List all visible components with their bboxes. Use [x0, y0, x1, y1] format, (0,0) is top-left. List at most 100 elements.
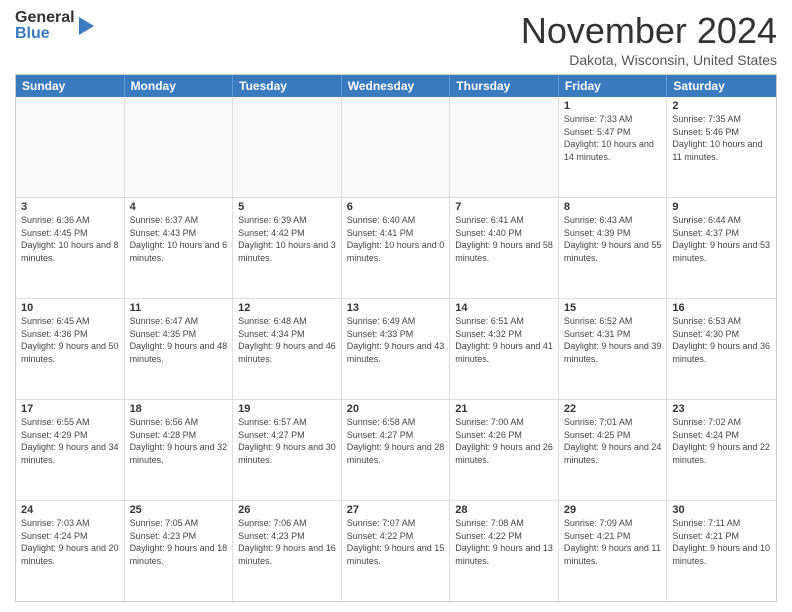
- header-day-sunday: Sunday: [16, 75, 125, 97]
- logo-box: General Blue: [15, 10, 75, 42]
- header-day-tuesday: Tuesday: [233, 75, 342, 97]
- day-info-13: Sunrise: 6:49 AM Sunset: 4:33 PM Dayligh…: [347, 315, 445, 365]
- day-cell-22: 22Sunrise: 7:01 AM Sunset: 4:25 PM Dayli…: [559, 400, 668, 500]
- calendar-row-3: 10Sunrise: 6:45 AM Sunset: 4:36 PM Dayli…: [16, 298, 776, 399]
- day-cell-11: 11Sunrise: 6:47 AM Sunset: 4:35 PM Dayli…: [125, 299, 234, 399]
- day-cell-2: 2Sunrise: 7:35 AM Sunset: 5:46 PM Daylig…: [667, 97, 776, 197]
- calendar-row-5: 24Sunrise: 7:03 AM Sunset: 4:24 PM Dayli…: [16, 500, 776, 601]
- day-number-1: 1: [564, 100, 662, 112]
- day-cell-7: 7Sunrise: 6:41 AM Sunset: 4:40 PM Daylig…: [450, 198, 559, 298]
- day-cell-30: 30Sunrise: 7:11 AM Sunset: 4:21 PM Dayli…: [667, 501, 776, 601]
- day-cell-15: 15Sunrise: 6:52 AM Sunset: 4:31 PM Dayli…: [559, 299, 668, 399]
- day-number-22: 22: [564, 403, 662, 415]
- day-cell-24: 24Sunrise: 7:03 AM Sunset: 4:24 PM Dayli…: [16, 501, 125, 601]
- day-cell-9: 9Sunrise: 6:44 AM Sunset: 4:37 PM Daylig…: [667, 198, 776, 298]
- day-number-21: 21: [455, 403, 553, 415]
- day-cell-29: 29Sunrise: 7:09 AM Sunset: 4:21 PM Dayli…: [559, 501, 668, 601]
- day-info-20: Sunrise: 6:58 AM Sunset: 4:27 PM Dayligh…: [347, 416, 445, 466]
- day-number-17: 17: [21, 403, 119, 415]
- header-day-monday: Monday: [125, 75, 234, 97]
- day-cell-empty: [450, 97, 559, 197]
- day-number-25: 25: [130, 504, 228, 516]
- location: Dakota, Wisconsin, United States: [521, 52, 777, 68]
- day-info-4: Sunrise: 6:37 AM Sunset: 4:43 PM Dayligh…: [130, 214, 228, 264]
- day-cell-18: 18Sunrise: 6:56 AM Sunset: 4:28 PM Dayli…: [125, 400, 234, 500]
- day-number-10: 10: [21, 302, 119, 314]
- day-cell-27: 27Sunrise: 7:07 AM Sunset: 4:22 PM Dayli…: [342, 501, 451, 601]
- day-cell-25: 25Sunrise: 7:05 AM Sunset: 4:23 PM Dayli…: [125, 501, 234, 601]
- day-info-14: Sunrise: 6:51 AM Sunset: 4:32 PM Dayligh…: [455, 315, 553, 365]
- header: General Blue November 2024 Dakota, Wisco…: [15, 10, 777, 68]
- day-info-29: Sunrise: 7:09 AM Sunset: 4:21 PM Dayligh…: [564, 517, 662, 567]
- day-number-29: 29: [564, 504, 662, 516]
- day-number-2: 2: [672, 100, 771, 112]
- day-cell-26: 26Sunrise: 7:06 AM Sunset: 4:23 PM Dayli…: [233, 501, 342, 601]
- day-number-26: 26: [238, 504, 336, 516]
- title-area: November 2024 Dakota, Wisconsin, United …: [521, 10, 777, 68]
- day-cell-16: 16Sunrise: 6:53 AM Sunset: 4:30 PM Dayli…: [667, 299, 776, 399]
- day-cell-empty: [16, 97, 125, 197]
- day-number-15: 15: [564, 302, 662, 314]
- day-info-10: Sunrise: 6:45 AM Sunset: 4:36 PM Dayligh…: [21, 315, 119, 365]
- day-info-21: Sunrise: 7:00 AM Sunset: 4:26 PM Dayligh…: [455, 416, 553, 466]
- day-info-6: Sunrise: 6:40 AM Sunset: 4:41 PM Dayligh…: [347, 214, 445, 264]
- day-cell-3: 3Sunrise: 6:36 AM Sunset: 4:45 PM Daylig…: [16, 198, 125, 298]
- day-info-26: Sunrise: 7:06 AM Sunset: 4:23 PM Dayligh…: [238, 517, 336, 567]
- day-cell-8: 8Sunrise: 6:43 AM Sunset: 4:39 PM Daylig…: [559, 198, 668, 298]
- day-cell-13: 13Sunrise: 6:49 AM Sunset: 4:33 PM Dayli…: [342, 299, 451, 399]
- day-number-16: 16: [672, 302, 771, 314]
- day-cell-empty: [233, 97, 342, 197]
- day-number-12: 12: [238, 302, 336, 314]
- day-cell-4: 4Sunrise: 6:37 AM Sunset: 4:43 PM Daylig…: [125, 198, 234, 298]
- day-info-12: Sunrise: 6:48 AM Sunset: 4:34 PM Dayligh…: [238, 315, 336, 365]
- day-info-27: Sunrise: 7:07 AM Sunset: 4:22 PM Dayligh…: [347, 517, 445, 567]
- header-day-saturday: Saturday: [667, 75, 776, 97]
- day-cell-17: 17Sunrise: 6:55 AM Sunset: 4:29 PM Dayli…: [16, 400, 125, 500]
- day-info-16: Sunrise: 6:53 AM Sunset: 4:30 PM Dayligh…: [672, 315, 771, 365]
- day-number-13: 13: [347, 302, 445, 314]
- calendar: SundayMondayTuesdayWednesdayThursdayFrid…: [15, 74, 777, 602]
- day-cell-19: 19Sunrise: 6:57 AM Sunset: 4:27 PM Dayli…: [233, 400, 342, 500]
- day-info-5: Sunrise: 6:39 AM Sunset: 4:42 PM Dayligh…: [238, 214, 336, 264]
- day-info-25: Sunrise: 7:05 AM Sunset: 4:23 PM Dayligh…: [130, 517, 228, 567]
- day-number-3: 3: [21, 201, 119, 213]
- day-info-19: Sunrise: 6:57 AM Sunset: 4:27 PM Dayligh…: [238, 416, 336, 466]
- day-number-8: 8: [564, 201, 662, 213]
- day-number-27: 27: [347, 504, 445, 516]
- day-number-30: 30: [672, 504, 771, 516]
- day-number-7: 7: [455, 201, 553, 213]
- day-info-30: Sunrise: 7:11 AM Sunset: 4:21 PM Dayligh…: [672, 517, 771, 567]
- calendar-row-1: 1Sunrise: 7:33 AM Sunset: 5:47 PM Daylig…: [16, 97, 776, 197]
- calendar-row-2: 3Sunrise: 6:36 AM Sunset: 4:45 PM Daylig…: [16, 197, 776, 298]
- logo-chevron-icon: [79, 17, 94, 35]
- day-number-14: 14: [455, 302, 553, 314]
- day-cell-10: 10Sunrise: 6:45 AM Sunset: 4:36 PM Dayli…: [16, 299, 125, 399]
- day-info-18: Sunrise: 6:56 AM Sunset: 4:28 PM Dayligh…: [130, 416, 228, 466]
- day-number-19: 19: [238, 403, 336, 415]
- day-info-24: Sunrise: 7:03 AM Sunset: 4:24 PM Dayligh…: [21, 517, 119, 567]
- day-info-7: Sunrise: 6:41 AM Sunset: 4:40 PM Dayligh…: [455, 214, 553, 264]
- day-number-4: 4: [130, 201, 228, 213]
- day-number-6: 6: [347, 201, 445, 213]
- header-day-friday: Friday: [559, 75, 668, 97]
- calendar-body: 1Sunrise: 7:33 AM Sunset: 5:47 PM Daylig…: [16, 97, 776, 601]
- day-info-3: Sunrise: 6:36 AM Sunset: 4:45 PM Dayligh…: [21, 214, 119, 264]
- day-info-23: Sunrise: 7:02 AM Sunset: 4:24 PM Dayligh…: [672, 416, 771, 466]
- calendar-row-4: 17Sunrise: 6:55 AM Sunset: 4:29 PM Dayli…: [16, 399, 776, 500]
- logo-general: General: [15, 10, 75, 26]
- day-cell-20: 20Sunrise: 6:58 AM Sunset: 4:27 PM Dayli…: [342, 400, 451, 500]
- day-info-28: Sunrise: 7:08 AM Sunset: 4:22 PM Dayligh…: [455, 517, 553, 567]
- day-info-1: Sunrise: 7:33 AM Sunset: 5:47 PM Dayligh…: [564, 113, 662, 163]
- day-cell-12: 12Sunrise: 6:48 AM Sunset: 4:34 PM Dayli…: [233, 299, 342, 399]
- day-cell-empty: [125, 97, 234, 197]
- day-cell-1: 1Sunrise: 7:33 AM Sunset: 5:47 PM Daylig…: [559, 97, 668, 197]
- logo: General Blue: [15, 10, 94, 42]
- day-cell-6: 6Sunrise: 6:40 AM Sunset: 4:41 PM Daylig…: [342, 198, 451, 298]
- day-info-2: Sunrise: 7:35 AM Sunset: 5:46 PM Dayligh…: [672, 113, 771, 163]
- month-title: November 2024: [521, 10, 777, 52]
- logo-blue: Blue: [15, 26, 75, 42]
- day-cell-14: 14Sunrise: 6:51 AM Sunset: 4:32 PM Dayli…: [450, 299, 559, 399]
- day-info-17: Sunrise: 6:55 AM Sunset: 4:29 PM Dayligh…: [21, 416, 119, 466]
- day-cell-empty: [342, 97, 451, 197]
- day-number-23: 23: [672, 403, 771, 415]
